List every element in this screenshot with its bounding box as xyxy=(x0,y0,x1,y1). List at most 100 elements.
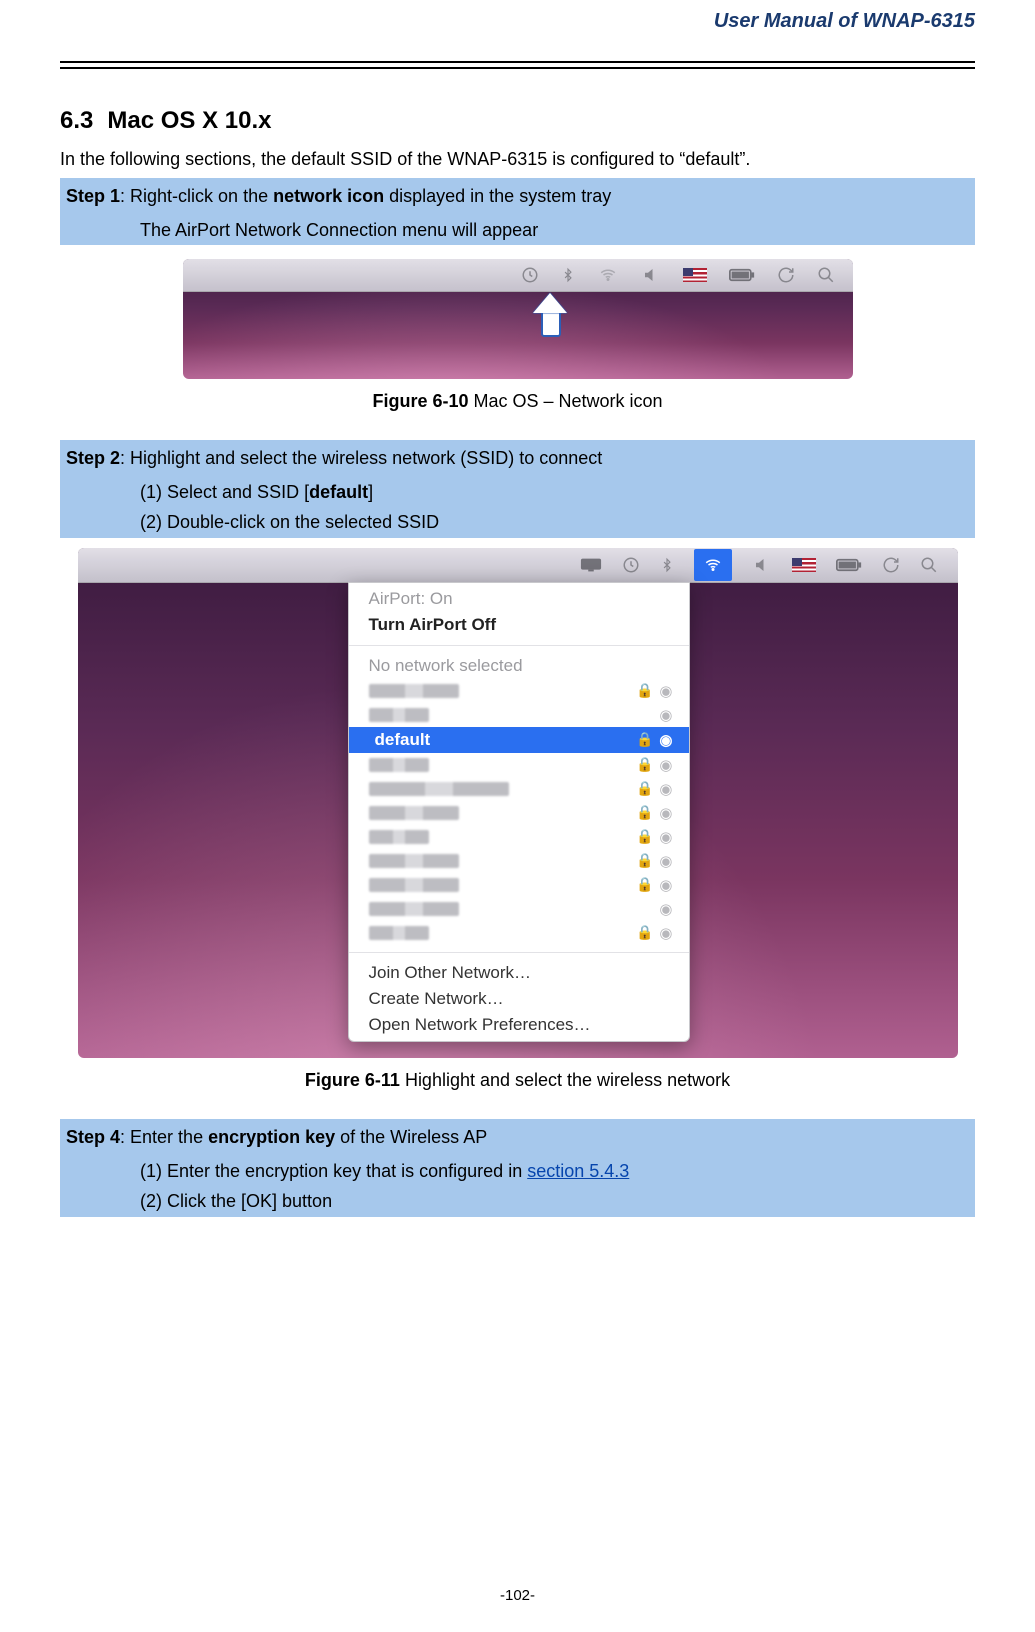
wifi-signal-icon: ◉ xyxy=(659,706,672,724)
page-number: -102- xyxy=(0,1587,1035,1604)
selected-ssid-label: default xyxy=(375,730,431,750)
wifi-signal-icon: ◉ xyxy=(659,780,672,798)
bluetooth-icon xyxy=(660,555,674,575)
intro-paragraph: In the following sections, the default S… xyxy=(60,149,975,170)
step4-box: Step 4: Enter the encryption key of the … xyxy=(60,1119,975,1217)
step4-sub2: (2) Click the [OK] button xyxy=(140,1186,975,1217)
step2-sub2: (2) Double-click on the selected SSID xyxy=(140,507,975,538)
step2-sub1-bold: default xyxy=(309,482,368,502)
section-title: Mac OS X 10.x xyxy=(107,107,271,134)
divider xyxy=(349,645,689,646)
spotlight-icon xyxy=(920,556,938,574)
wifi-icon xyxy=(597,266,619,284)
header-divider xyxy=(60,61,975,69)
step2-sub1: (1) Select and SSID [default] xyxy=(140,477,975,508)
sync-icon xyxy=(777,266,795,284)
step4-sub1: (1) Enter the encryption key that is con… xyxy=(140,1156,975,1187)
blurred-ssid xyxy=(369,854,459,868)
step2-sub1-post: ] xyxy=(368,482,373,502)
lock-icon: 🔒 xyxy=(636,780,653,797)
airport-dropdown: AirPort: On Turn AirPort Off No network … xyxy=(348,582,690,1042)
create-network[interactable]: Create Network… xyxy=(349,986,689,1012)
lock-icon: 🔒 xyxy=(636,731,653,748)
network-item[interactable]: 🔒◉ xyxy=(349,921,689,945)
figure-6-10-label: Figure 6-10 xyxy=(372,391,468,411)
network-item[interactable]: 🔒◉ xyxy=(349,825,689,849)
wifi-signal-icon: ◉ xyxy=(659,876,672,894)
blurred-ssid xyxy=(369,878,459,892)
display-icon xyxy=(580,557,602,573)
step4-title: Step 4: Enter the encryption key of the … xyxy=(60,1119,975,1156)
wifi-icon-active xyxy=(694,549,732,581)
bluetooth-icon xyxy=(561,265,575,285)
step4-text-before: : Enter the xyxy=(120,1127,208,1147)
blurred-ssid xyxy=(369,684,459,698)
section-link[interactable]: section 5.4.3 xyxy=(527,1161,629,1181)
network-item[interactable]: 🔒◉ xyxy=(349,873,689,897)
battery-icon xyxy=(729,268,755,282)
spotlight-icon xyxy=(817,266,835,284)
blurred-ssid xyxy=(369,758,429,772)
figure-6-10-caption: Figure 6-10 Mac OS – Network icon xyxy=(60,391,975,412)
us-flag-icon xyxy=(683,268,707,282)
section-number: 6.3 xyxy=(60,107,93,134)
airport-status: AirPort: On xyxy=(349,586,689,612)
mac-menubar-small xyxy=(183,259,853,292)
figure-6-11-text: Highlight and select the wireless networ… xyxy=(400,1070,730,1090)
wifi-signal-icon: ◉ xyxy=(659,828,672,846)
blurred-ssid xyxy=(369,782,509,796)
lock-icon: 🔒 xyxy=(636,682,653,699)
step1-text-before: : Right-click on the xyxy=(120,186,273,206)
figure-6-11: AirPort: On Turn AirPort Off No network … xyxy=(78,548,958,1058)
wifi-signal-icon: ◉ xyxy=(659,682,672,700)
step1-box: Step 1: Right-click on the network icon … xyxy=(60,178,975,245)
wifi-signal-icon: ◉ xyxy=(659,731,672,749)
network-item[interactable]: 🔒◉ xyxy=(349,753,689,777)
volume-icon xyxy=(752,556,772,574)
step2-title: Step 2: Highlight and select the wireles… xyxy=(60,440,975,477)
step2-text: : Highlight and select the wireless netw… xyxy=(120,448,602,468)
join-other-network[interactable]: Join Other Network… xyxy=(349,960,689,986)
open-network-preferences[interactable]: Open Network Preferences… xyxy=(349,1012,689,1038)
blurred-ssid xyxy=(369,902,459,916)
divider xyxy=(349,952,689,953)
network-item[interactable]: ◉ xyxy=(349,897,689,921)
wifi-signal-icon: ◉ xyxy=(659,924,672,942)
network-item[interactable]: 🔒◉ xyxy=(349,849,689,873)
lock-icon: 🔒 xyxy=(636,828,653,845)
blurred-ssid xyxy=(369,708,429,722)
step1-text-after: displayed in the system tray xyxy=(384,186,611,206)
pointer-arrow-icon xyxy=(535,295,565,335)
section-heading: 6.3 Mac OS X 10.x xyxy=(60,107,975,135)
lock-icon: 🔒 xyxy=(636,804,653,821)
doc-header-title: User Manual of WNAP-6315 xyxy=(60,10,975,33)
step2-label: Step 2 xyxy=(66,448,120,468)
no-network-selected: No network selected xyxy=(349,653,689,679)
step1-label: Step 1 xyxy=(66,186,120,206)
volume-icon xyxy=(641,266,661,284)
wifi-signal-icon: ◉ xyxy=(659,900,672,918)
wifi-signal-icon: ◉ xyxy=(659,756,672,774)
step4-sub1-pre: (1) Enter the encryption key that is con… xyxy=(140,1161,527,1181)
step4-text-after: of the Wireless AP xyxy=(335,1127,487,1147)
step2-box: Step 2: Highlight and select the wireles… xyxy=(60,440,975,538)
mac-menubar-large xyxy=(78,548,958,583)
blurred-ssid xyxy=(369,926,429,940)
step2-sub1-pre: (1) Select and SSID [ xyxy=(140,482,309,502)
network-item[interactable]: ◉ xyxy=(349,703,689,727)
step4-label: Step 4 xyxy=(66,1127,120,1147)
turn-airport-off[interactable]: Turn AirPort Off xyxy=(349,612,689,638)
network-item[interactable]: 🔒◉ xyxy=(349,801,689,825)
wifi-signal-icon: ◉ xyxy=(659,852,672,870)
network-item[interactable]: 🔒◉ xyxy=(349,777,689,801)
wifi-signal-icon: ◉ xyxy=(659,804,672,822)
lock-icon: 🔒 xyxy=(636,756,653,773)
network-item[interactable]: 🔒◉ xyxy=(349,679,689,703)
figure-6-11-label: Figure 6-11 xyxy=(305,1070,400,1090)
blurred-ssid xyxy=(369,806,459,820)
lock-icon: 🔒 xyxy=(636,876,653,893)
figure-6-10-text: Mac OS – Network icon xyxy=(468,391,662,411)
step1-sub: The AirPort Network Connection menu will… xyxy=(140,215,975,246)
step4-bold: encryption key xyxy=(208,1127,335,1147)
network-item-selected[interactable]: default 🔒 ◉ xyxy=(349,727,689,753)
